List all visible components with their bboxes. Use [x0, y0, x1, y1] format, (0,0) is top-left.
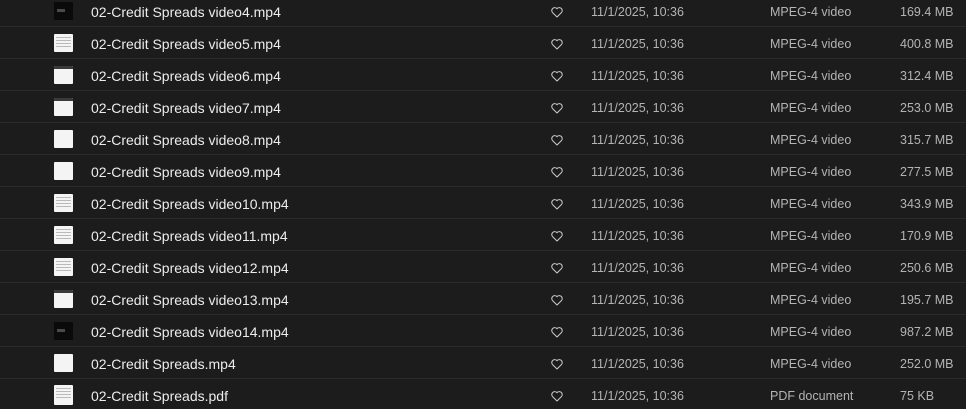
- file-row[interactable]: 02-Credit Spreads.mp4 11/1/2025, 10:36 M…: [0, 348, 966, 379]
- file-kind: MPEG-4 video: [770, 197, 852, 211]
- video-thumbnail-icon: [54, 194, 73, 212]
- file-name: 02-Credit Spreads video4.mp4: [91, 4, 281, 20]
- file-modified: 11/1/2025, 10:36: [591, 357, 684, 371]
- file-row[interactable]: 02-Credit Spreads video5.mp4 11/1/2025, …: [0, 28, 966, 59]
- heart-outline-icon[interactable]: [550, 293, 564, 307]
- file-name: 02-Credit Spreads video12.mp4: [91, 260, 289, 276]
- file-modified: 11/1/2025, 10:36: [591, 165, 684, 179]
- file-name: 02-Credit Spreads video8.mp4: [91, 132, 281, 148]
- heart-outline-icon[interactable]: [550, 197, 564, 211]
- file-row[interactable]: 02-Credit Spreads video14.mp4 11/1/2025,…: [0, 316, 966, 347]
- file-modified: 11/1/2025, 10:36: [591, 37, 684, 51]
- file-row[interactable]: 02-Credit Spreads video4.mp4 11/1/2025, …: [0, 0, 966, 27]
- file-name: 02-Credit Spreads video7.mp4: [91, 100, 281, 116]
- file-row[interactable]: 02-Credit Spreads video8.mp4 11/1/2025, …: [0, 124, 966, 155]
- file-size: 169.4 MB: [900, 5, 954, 19]
- file-name: 02-Credit Spreads.pdf: [91, 388, 228, 404]
- file-name: 02-Credit Spreads video10.mp4: [91, 196, 289, 212]
- file-kind: PDF document: [770, 389, 854, 403]
- file-size: 343.9 MB: [900, 197, 954, 211]
- file-kind: MPEG-4 video: [770, 357, 852, 371]
- file-row[interactable]: 02-Credit Spreads video7.mp4 11/1/2025, …: [0, 92, 966, 123]
- video-thumbnail-icon: [54, 290, 73, 308]
- heart-outline-icon[interactable]: [550, 229, 564, 243]
- heart-outline-icon[interactable]: [550, 165, 564, 179]
- file-row[interactable]: 02-Credit Spreads video10.mp4 11/1/2025,…: [0, 188, 966, 219]
- file-kind: MPEG-4 video: [770, 261, 852, 275]
- video-thumbnail-icon: [54, 226, 73, 244]
- file-kind: MPEG-4 video: [770, 69, 852, 83]
- file-modified: 11/1/2025, 10:36: [591, 69, 684, 83]
- file-modified: 11/1/2025, 10:36: [591, 101, 684, 115]
- file-kind: MPEG-4 video: [770, 37, 852, 51]
- file-kind: MPEG-4 video: [770, 165, 852, 179]
- file-size: 987.2 MB: [900, 325, 954, 339]
- file-row[interactable]: 02-Credit Spreads video11.mp4 11/1/2025,…: [0, 220, 966, 251]
- file-name: 02-Credit Spreads.mp4: [91, 356, 236, 372]
- file-list: 02-Credit Spreads video4.mp4 11/1/2025, …: [0, 0, 966, 409]
- file-kind: MPEG-4 video: [770, 101, 852, 115]
- file-modified: 11/1/2025, 10:36: [591, 197, 684, 211]
- file-kind: MPEG-4 video: [770, 325, 852, 339]
- heart-outline-icon[interactable]: [550, 101, 564, 115]
- heart-outline-icon[interactable]: [550, 37, 564, 51]
- file-size: 315.7 MB: [900, 133, 954, 147]
- video-thumbnail-icon: [54, 66, 73, 84]
- file-name: 02-Credit Spreads video5.mp4: [91, 36, 281, 52]
- video-thumbnail-icon: [54, 354, 73, 372]
- heart-outline-icon[interactable]: [550, 389, 564, 403]
- file-size: 400.8 MB: [900, 37, 954, 51]
- file-modified: 11/1/2025, 10:36: [591, 261, 684, 275]
- heart-outline-icon[interactable]: [550, 133, 564, 147]
- file-name: 02-Credit Spreads video11.mp4: [91, 228, 288, 244]
- file-size: 75 KB: [900, 389, 935, 403]
- video-thumbnail-icon: [54, 130, 73, 148]
- file-row[interactable]: 02-Credit Spreads video9.mp4 11/1/2025, …: [0, 156, 966, 187]
- file-modified: 11/1/2025, 10:36: [591, 229, 684, 243]
- file-modified: 11/1/2025, 10:36: [591, 133, 684, 147]
- pdf-thumbnail-icon: [54, 385, 73, 405]
- video-thumbnail-icon: [54, 162, 73, 180]
- file-size: 252.0 MB: [900, 357, 954, 371]
- file-kind: MPEG-4 video: [770, 229, 852, 243]
- file-size: 170.9 MB: [900, 229, 954, 243]
- file-kind: MPEG-4 video: [770, 133, 852, 147]
- file-row[interactable]: 02-Credit Spreads.pdf 11/1/2025, 10:36 P…: [0, 380, 966, 409]
- heart-outline-icon[interactable]: [550, 325, 564, 339]
- video-thumbnail-icon: [54, 34, 73, 52]
- file-size: 253.0 MB: [900, 101, 954, 115]
- video-thumbnail-icon: [54, 98, 73, 116]
- heart-outline-icon[interactable]: [550, 5, 564, 19]
- file-row[interactable]: 02-Credit Spreads video13.mp4 11/1/2025,…: [0, 284, 966, 315]
- file-name: 02-Credit Spreads video9.mp4: [91, 164, 281, 180]
- video-thumbnail-icon: [54, 322, 73, 340]
- file-kind: MPEG-4 video: [770, 293, 852, 307]
- file-modified: 11/1/2025, 10:36: [591, 293, 684, 307]
- file-size: 277.5 MB: [900, 165, 954, 179]
- file-size: 195.7 MB: [900, 293, 954, 307]
- file-modified: 11/1/2025, 10:36: [591, 5, 684, 19]
- file-size: 250.6 MB: [900, 261, 954, 275]
- file-name: 02-Credit Spreads video13.mp4: [91, 292, 289, 308]
- file-row[interactable]: 02-Credit Spreads video6.mp4 11/1/2025, …: [0, 60, 966, 91]
- file-size: 312.4 MB: [900, 69, 954, 83]
- video-thumbnail-icon: [54, 258, 73, 276]
- file-name: 02-Credit Spreads video6.mp4: [91, 68, 281, 84]
- file-kind: MPEG-4 video: [770, 5, 852, 19]
- file-modified: 11/1/2025, 10:36: [591, 325, 684, 339]
- heart-outline-icon[interactable]: [550, 357, 564, 371]
- heart-outline-icon[interactable]: [550, 69, 564, 83]
- heart-outline-icon[interactable]: [550, 261, 564, 275]
- file-row[interactable]: 02-Credit Spreads video12.mp4 11/1/2025,…: [0, 252, 966, 283]
- video-thumbnail-icon: [54, 2, 73, 20]
- file-name: 02-Credit Spreads video14.mp4: [91, 324, 289, 340]
- file-modified: 11/1/2025, 10:36: [591, 389, 684, 403]
